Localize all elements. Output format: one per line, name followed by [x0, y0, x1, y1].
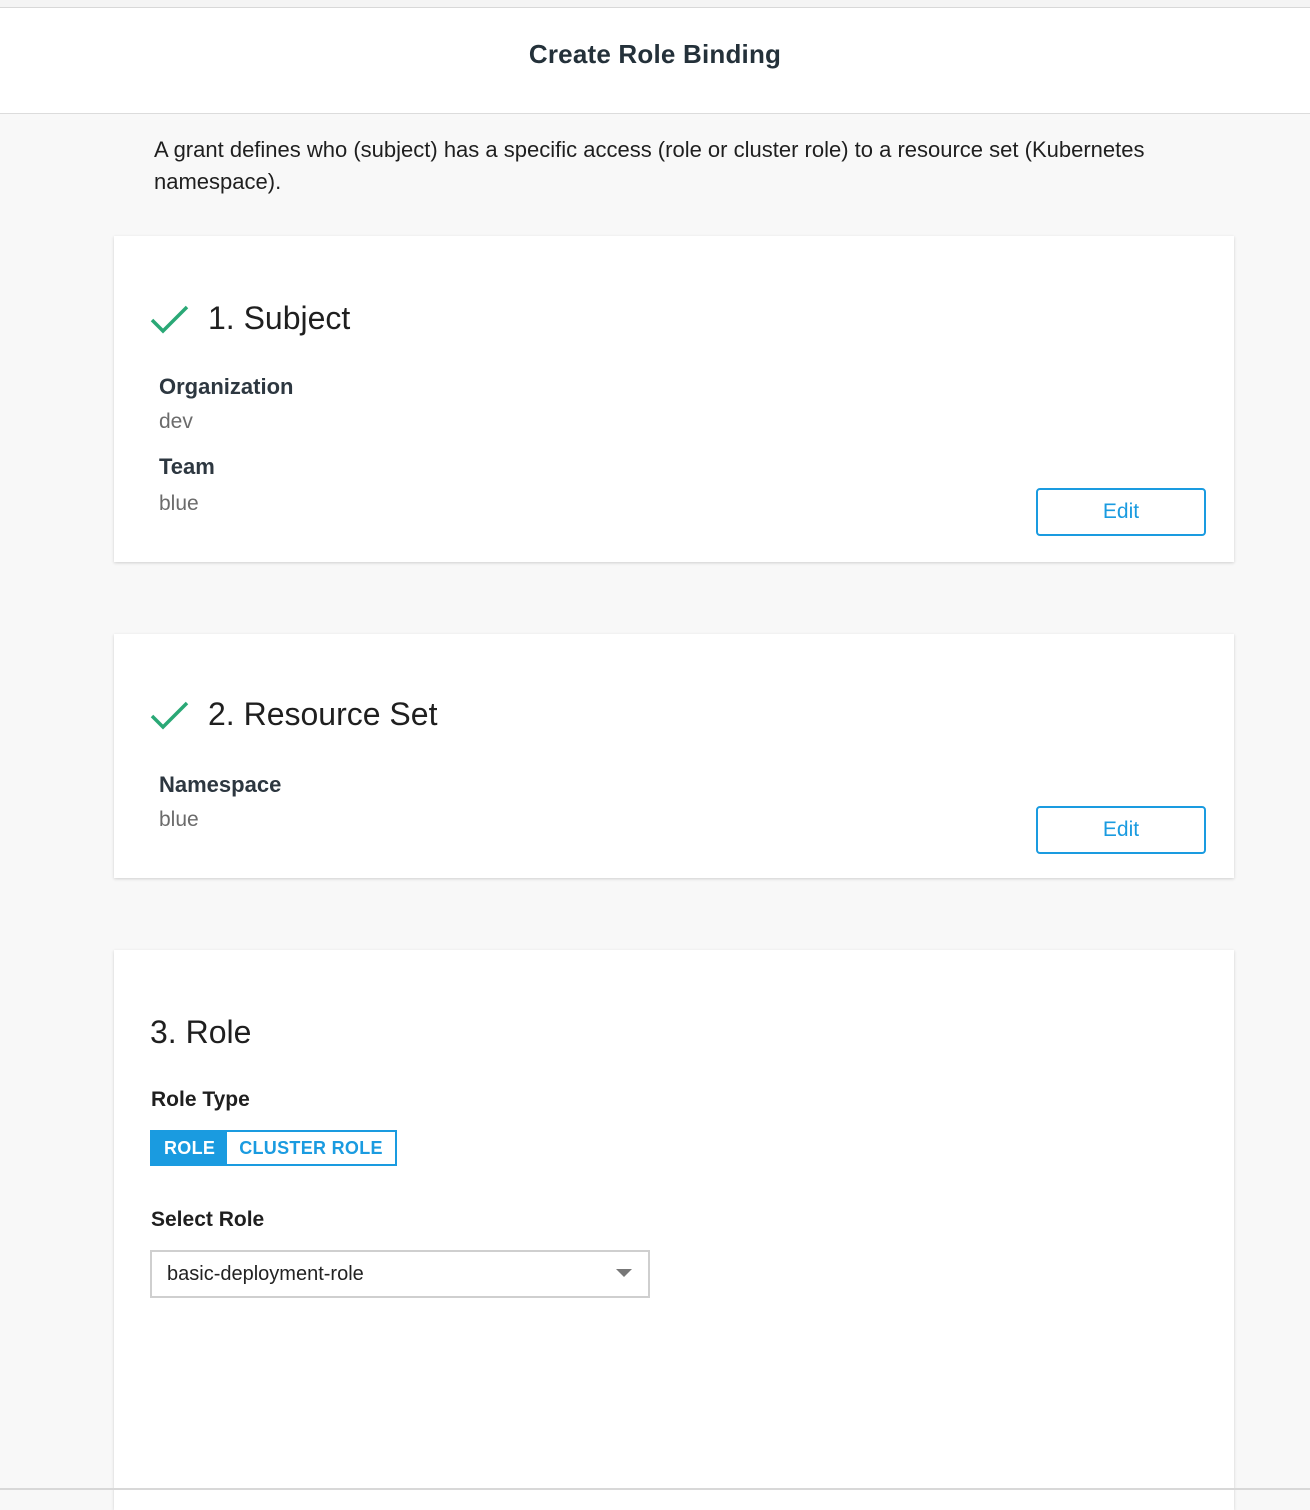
- resource-set-step-title: 2. Resource Set: [150, 696, 437, 733]
- organization-value: dev: [159, 410, 193, 433]
- role-type-toggle: ROLE CLUSTER ROLE: [150, 1130, 397, 1166]
- caret-down-icon: [616, 1269, 632, 1277]
- edit-resource-set-button[interactable]: Edit: [1036, 806, 1206, 854]
- role-card: 3. Role Role Type ROLE CLUSTER ROLE Sele…: [114, 950, 1234, 1510]
- organization-label: Organization: [159, 374, 294, 399]
- page-header: Create Role Binding: [0, 8, 1310, 114]
- select-role-dropdown[interactable]: basic-deployment-role: [150, 1250, 650, 1298]
- page-title: Create Role Binding: [528, 39, 782, 69]
- role-type-option-cluster-role[interactable]: CLUSTER ROLE: [227, 1132, 395, 1164]
- role-type-label: Role Type: [151, 1088, 250, 1111]
- subject-title-text: 1. Subject: [208, 300, 351, 336]
- team-label: Team: [159, 454, 215, 479]
- role-step-title: 3. Role: [150, 1014, 251, 1051]
- subject-step-title: 1. Subject: [150, 300, 350, 337]
- window-top-border: [0, 0, 1310, 8]
- team-value: blue: [159, 492, 199, 515]
- namespace-value: blue: [159, 808, 199, 831]
- select-role-value: basic-deployment-role: [167, 1262, 364, 1285]
- select-role-label: Select Role: [151, 1208, 265, 1231]
- subject-card: 1. Subject Organization dev Team blue Ed…: [114, 236, 1234, 562]
- namespace-label: Namespace: [159, 772, 282, 797]
- intro-text: A grant defines who (subject) has a spec…: [154, 137, 1145, 194]
- check-icon: [150, 701, 189, 729]
- resource-set-title-text: 2. Resource Set: [208, 696, 438, 732]
- role-title-text: 3. Role: [150, 1014, 252, 1050]
- edit-subject-button[interactable]: Edit: [1036, 488, 1206, 536]
- check-icon: [150, 305, 189, 333]
- role-type-option-role[interactable]: ROLE: [152, 1132, 228, 1164]
- resource-set-card: 2. Resource Set Namespace blue Edit: [114, 634, 1234, 878]
